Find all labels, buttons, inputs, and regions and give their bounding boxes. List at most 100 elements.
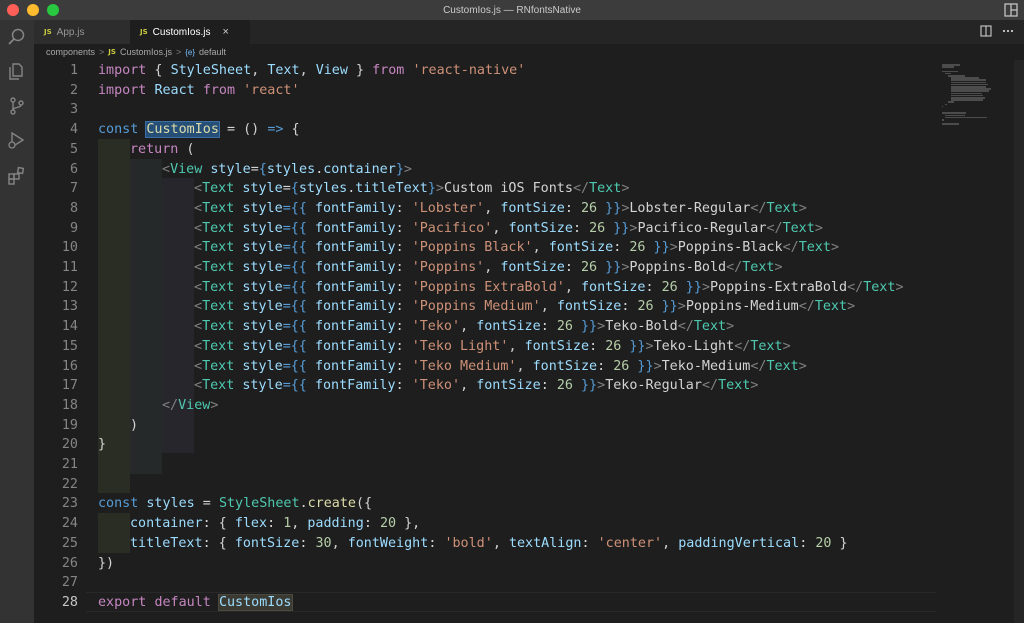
code-token: fontSize: [556, 299, 622, 315]
code-token: ={{: [282, 220, 315, 236]
code-token: Text: [202, 279, 235, 295]
extensions-icon[interactable]: [7, 166, 27, 186]
code-token: }}: [653, 299, 678, 315]
vertical-scrollbar[interactable]: [1014, 60, 1024, 623]
code-line[interactable]: 9 <Text style={{ fontFamily: 'Pacifico', …: [34, 219, 938, 239]
code-token: from: [372, 63, 405, 78]
code-token: 'Teko': [411, 378, 461, 394]
code-content: import React from 'react': [98, 81, 300, 101]
code-line[interactable]: 27: [34, 573, 938, 593]
code-token: }: [427, 181, 436, 197]
code-token: 26: [613, 358, 630, 374]
line-number: 25: [61, 535, 78, 551]
code-token: Teko-Regular: [605, 378, 702, 394]
code-line[interactable]: 24 container: { flex: 1, padding: 20 },: [34, 514, 938, 534]
code-line[interactable]: 25 titleText: { fontSize: 30, fontWeight:…: [34, 534, 938, 554]
code-line[interactable]: 4 const CustomIos = () => {: [34, 120, 938, 140]
breadcrumb-symbol[interactable]: default: [199, 47, 226, 57]
code-editor[interactable]: 1 import { StyleSheet, Text, View } from …: [34, 60, 938, 623]
code-token: Text: [693, 319, 727, 335]
code-token: fontFamily: [314, 358, 396, 374]
code-token: container: [323, 161, 396, 177]
window-controls: [7, 4, 59, 16]
code-line[interactable]: 23 const styles = StyleSheet.create({: [34, 494, 938, 514]
code-line[interactable]: 11 <Text style={{ fontFamily: 'Poppins', …: [34, 258, 938, 278]
code-token: <: [194, 240, 203, 256]
search-icon[interactable]: [7, 27, 27, 47]
code-line[interactable]: 8 <Text style={{ fontFamily: 'Lobster', f…: [34, 199, 938, 219]
code-line[interactable]: 1 import { StyleSheet, Text, View } from …: [34, 61, 938, 81]
code-line[interactable]: 22: [34, 475, 938, 495]
close-window-button[interactable]: [7, 4, 19, 16]
code-line[interactable]: 17 <Text style={{ fontFamily: 'Teko', fon…: [34, 376, 938, 396]
code-token: <: [194, 319, 203, 335]
code-line[interactable]: 26}): [34, 554, 938, 574]
source-control-icon[interactable]: [7, 96, 27, 116]
breadcrumb-folder[interactable]: components: [46, 47, 95, 57]
code-line[interactable]: 19): [34, 416, 938, 436]
code-token: >: [774, 260, 783, 275]
line-number: 6: [69, 161, 78, 177]
code-line[interactable]: 13 <Text style={{ fontFamily: 'Poppins Me…: [34, 297, 938, 317]
code-line[interactable]: 21: [34, 455, 938, 475]
code-line[interactable]: 12 <Text style={{ fontFamily: 'Poppins Ex…: [34, 278, 938, 298]
code-line[interactable]: 10 <Text style={{ fontFamily: 'Poppins Bl…: [34, 238, 938, 258]
close-tab-icon[interactable]: ×: [222, 26, 228, 38]
code-token: Text: [750, 338, 783, 354]
code-token: fontSize: [234, 535, 300, 551]
tab-app-js[interactable]: JS App.js: [34, 20, 130, 44]
code-token: fontWeight: [347, 535, 429, 551]
code-token: flex: [234, 516, 268, 532]
code-line[interactable]: 5 return (: [34, 140, 938, 160]
code-token: 'react': [243, 82, 300, 98]
run-debug-icon[interactable]: [7, 130, 27, 150]
code-token: :: [395, 358, 412, 374]
code-line[interactable]: 2 import React from 'react': [34, 81, 938, 101]
layout-icon[interactable]: [1004, 3, 1018, 17]
code-token: Text: [814, 299, 848, 315]
line-number: 14: [61, 319, 78, 335]
code-line[interactable]: 7 <Text style={styles.titleText}>Custom i…: [34, 179, 938, 199]
code-line[interactable]: 28 export default CustomIos: [34, 593, 938, 613]
code-token: Text: [589, 181, 622, 197]
code-line[interactable]: 16 <Text style={{ fontFamily: 'Teko Mediu…: [34, 357, 938, 377]
code-line[interactable]: 3: [34, 100, 938, 120]
code-token: }): [98, 555, 115, 571]
code-token: >: [403, 161, 412, 177]
code-token: fontFamily: [314, 338, 396, 354]
code-token: {: [283, 122, 300, 138]
minimap[interactable]: [938, 60, 1024, 623]
explorer-icon[interactable]: [7, 61, 27, 81]
code-token: :: [799, 535, 816, 551]
code-line[interactable]: 15 <Text style={{ fontFamily: 'Teko Light…: [34, 337, 938, 357]
split-editor-icon[interactable]: [980, 25, 992, 37]
code-line[interactable]: 14 <Text style={{ fontFamily: 'Teko', fon…: [34, 317, 938, 337]
code-token: :: [395, 299, 412, 315]
code-token: {: [290, 181, 299, 197]
code-token: Text: [202, 319, 235, 335]
code-token: default: [154, 594, 211, 610]
code-line[interactable]: 18 </View>: [34, 396, 938, 416]
maximize-window-button[interactable]: [47, 4, 59, 16]
code-token: =: [194, 496, 219, 512]
code-token: 26: [605, 338, 622, 354]
code-content: }: [98, 435, 106, 455]
code-token: Text: [202, 358, 235, 374]
code-token: 26: [629, 240, 646, 256]
code-token: </: [782, 240, 799, 256]
code-token: import: [98, 82, 147, 98]
more-actions-icon[interactable]: [1002, 25, 1014, 37]
line-number: 19: [61, 417, 78, 433]
breadcrumb-file[interactable]: CustomIos.js: [120, 47, 172, 57]
code-line[interactable]: 6 <View style={styles.container}>: [34, 160, 938, 180]
minimize-window-button[interactable]: [27, 4, 39, 16]
code-line[interactable]: 20}: [34, 435, 938, 455]
code-token: <: [194, 299, 203, 315]
code-token: 'Teko Medium': [411, 358, 517, 374]
code-content: const CustomIos = () => {: [98, 120, 300, 140]
code-token: fontSize: [508, 220, 573, 236]
code-token: </: [162, 397, 179, 413]
tab-customios-js[interactable]: JS CustomIos.js ×: [130, 20, 250, 44]
code-token: padding: [307, 516, 364, 532]
code-token: Poppins-Medium: [685, 299, 799, 315]
